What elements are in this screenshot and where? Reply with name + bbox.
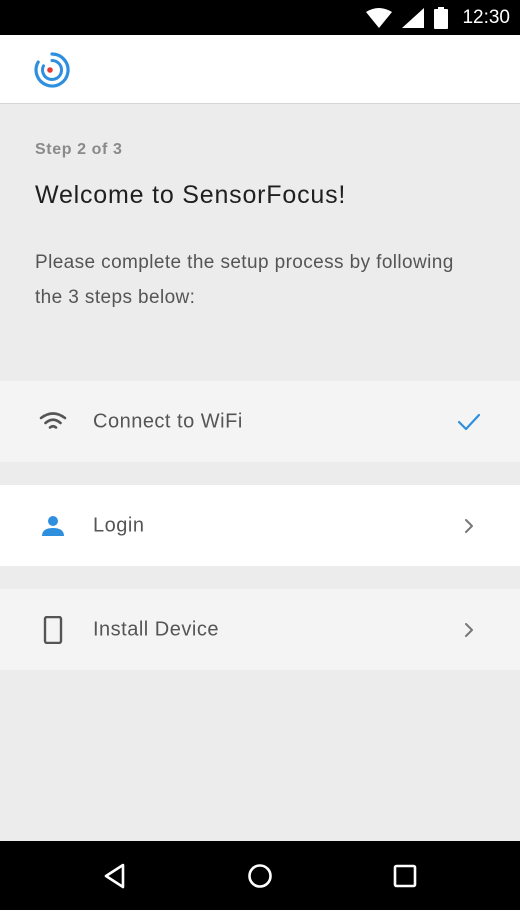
cellular-signal-icon <box>402 7 425 28</box>
battery-icon <box>434 6 449 29</box>
system-nav-bar <box>0 841 520 910</box>
status-bar: 12:30 <box>0 0 520 35</box>
wifi-icon <box>38 407 68 437</box>
step-install-device[interactable]: Install Device <box>0 589 520 670</box>
sensorfocus-logo[interactable] <box>33 51 71 89</box>
step-progress-label: Step 2 of 3 <box>35 141 123 158</box>
status-icons: 12:30 <box>366 0 510 35</box>
page-title: Welcome to SensorFocus! <box>35 181 347 209</box>
status-clock: 12:30 <box>462 6 510 28</box>
step-connect-wifi[interactable]: Connect to WiFi <box>0 381 520 462</box>
intro-description: Please complete the setup process by fol… <box>35 252 454 308</box>
step-label: Login <box>93 514 145 536</box>
checkmark-icon <box>456 409 482 435</box>
back-icon[interactable] <box>85 841 145 910</box>
step-label: Connect to WiFi <box>93 410 243 432</box>
step-label: Install Device <box>93 618 219 640</box>
phone-device-icon <box>38 615 68 645</box>
wifi-signal-icon <box>366 7 393 28</box>
person-icon <box>38 511 68 541</box>
home-icon[interactable] <box>230 841 290 910</box>
app-header <box>0 35 520 104</box>
step-login[interactable]: Login <box>0 485 520 566</box>
chevron-right-icon <box>456 617 482 643</box>
recents-icon[interactable] <box>375 841 435 910</box>
chevron-right-icon <box>456 513 482 539</box>
